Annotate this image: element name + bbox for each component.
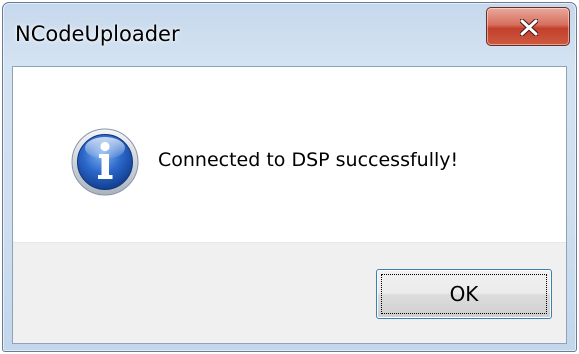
dialog-window: NCodeUploader Connected to DSP successfu…: [2, 2, 577, 352]
close-icon: [520, 19, 538, 36]
close-button[interactable]: [486, 7, 570, 46]
window-title: NCodeUploader: [15, 22, 180, 46]
message-text: Connected to DSP successfully!: [158, 149, 459, 171]
dialog-client-area: Connected to DSP successfully! OK: [12, 66, 567, 344]
title-bar[interactable]: NCodeUploader: [3, 3, 576, 65]
ok-button[interactable]: OK: [376, 269, 552, 319]
ok-button-label: OK: [449, 282, 479, 306]
button-area: OK: [13, 242, 566, 343]
info-icon: [71, 128, 139, 196]
message-area: Connected to DSP successfully!: [13, 67, 566, 242]
